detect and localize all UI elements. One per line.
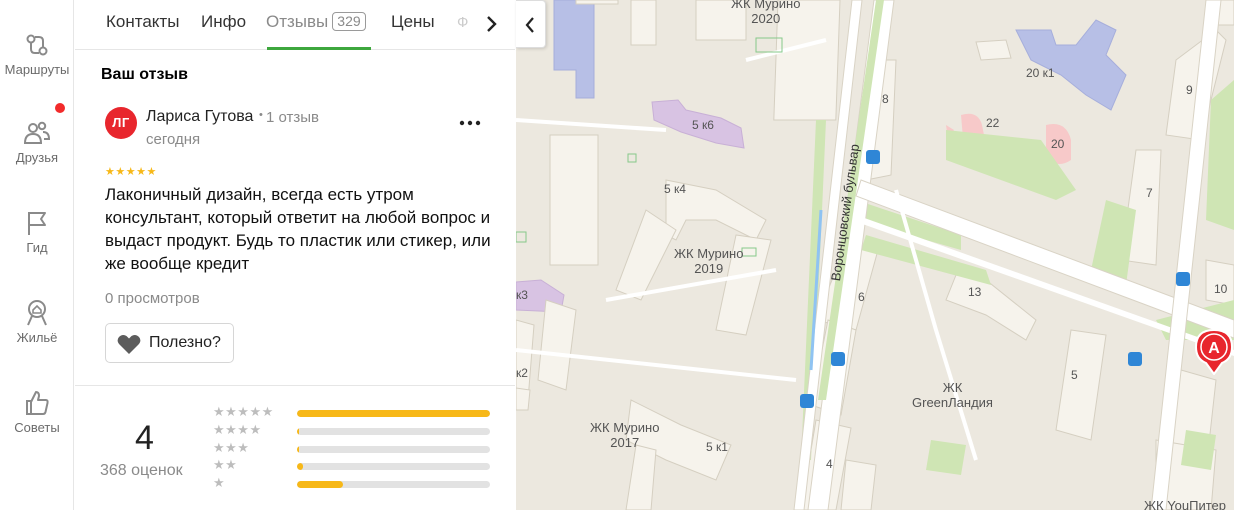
helpful-button[interactable]: Полезно? bbox=[105, 323, 234, 363]
map-view[interactable]: ЖК Мурино 2020 ЖК Мурино 2019 ЖК Мурино … bbox=[516, 0, 1234, 510]
more-options-icon[interactable] bbox=[457, 112, 483, 134]
map-label-murino2020[interactable]: ЖК Мурино 2020 bbox=[731, 0, 800, 26]
distribution-stars: ★★★★ bbox=[213, 422, 262, 437]
map-marker-a[interactable]: А bbox=[1194, 327, 1234, 375]
route-icon bbox=[26, 34, 48, 56]
your-review-heading: Ваш отзыв bbox=[101, 66, 188, 83]
distribution-bar-track bbox=[297, 428, 490, 435]
author-separator: • bbox=[259, 109, 263, 121]
house-number: 5 к4 bbox=[664, 182, 686, 196]
distribution-stars: ★★ bbox=[213, 457, 238, 472]
house-number: к2 bbox=[516, 366, 528, 380]
distribution-stars: ★★★ bbox=[213, 440, 250, 455]
house-number: 4 bbox=[826, 457, 833, 471]
house-number: 10 bbox=[1214, 282, 1228, 296]
thumbs-up-icon bbox=[26, 391, 49, 415]
friends-icon bbox=[23, 121, 51, 144]
avatar[interactable]: ЛГ bbox=[105, 107, 137, 139]
house-number: к3 bbox=[516, 288, 528, 302]
rating-count: 368 оценок bbox=[100, 462, 183, 479]
distribution-stars: ★★★★★ bbox=[213, 404, 274, 419]
tab-reviews-label: Отзывы bbox=[266, 12, 329, 31]
distribution-bar-fill bbox=[297, 481, 344, 488]
distribution-bar-fill bbox=[297, 410, 490, 417]
review-date: сегодня bbox=[146, 131, 201, 148]
house-number: 6 bbox=[858, 290, 865, 304]
distribution-bar-track bbox=[297, 446, 490, 453]
rail-item-friends[interactable]: Друзья bbox=[0, 118, 74, 165]
distribution-bar-track bbox=[297, 481, 490, 488]
helpful-button-label: Полезно? bbox=[149, 334, 221, 351]
collapse-panel-button[interactable] bbox=[516, 0, 546, 48]
house-number: 5 к6 bbox=[692, 118, 714, 132]
rating-summary: 4 368 оценок ★★★★★ ★★★★ ★★★ ★★ ★ bbox=[75, 385, 515, 510]
map-label-murino2019[interactable]: ЖК Мурино 2019 bbox=[674, 246, 743, 276]
map-label-murino2017[interactable]: ЖК Мурино 2017 bbox=[590, 420, 659, 450]
house-number: 8 bbox=[882, 92, 889, 106]
house-number: 5 к1 bbox=[706, 440, 728, 454]
marker-letter: А bbox=[1208, 340, 1220, 357]
house-number: 9 bbox=[1186, 83, 1193, 97]
average-rating-value: 4 bbox=[135, 419, 154, 457]
rail-item-routes-label: Маршруты bbox=[4, 62, 70, 77]
review-views: 0 просмотров bbox=[105, 290, 200, 307]
rail-item-tips[interactable]: Советы bbox=[0, 388, 74, 435]
tab-info[interactable]: Инфо bbox=[201, 12, 246, 32]
map-label-greenland[interactable]: ЖК GreenЛандия bbox=[912, 380, 993, 410]
house-number: 13 bbox=[968, 285, 982, 299]
distribution-bar-track bbox=[297, 463, 490, 470]
notification-dot bbox=[55, 103, 65, 113]
review-text: Лаконичный дизайн, всегда есть утром кон… bbox=[105, 185, 491, 273]
rail-item-housing-label: Жильё bbox=[16, 330, 58, 345]
house-number: 22 bbox=[986, 116, 1000, 130]
review-author-name[interactable]: Лариса Гутова bbox=[146, 108, 253, 126]
map-label-youpiter[interactable]: ЖК YouПитер bbox=[1144, 498, 1226, 510]
house-number: 20 к1 bbox=[1026, 66, 1055, 80]
house-number: 5 bbox=[1071, 368, 1078, 382]
house-number: 7 bbox=[1146, 186, 1153, 200]
rail-item-guide-label: Гид bbox=[26, 240, 48, 255]
rail-item-tips-label: Советы bbox=[14, 420, 60, 435]
tab-contacts[interactable]: Контакты bbox=[106, 12, 179, 32]
tab-bar: Контакты Инфо Отзывы 329 Цены Ф bbox=[75, 0, 515, 50]
rail-item-housing[interactable]: Жильё bbox=[0, 298, 74, 345]
tab-prices[interactable]: Цены bbox=[391, 12, 435, 32]
distribution-bar-fill bbox=[297, 463, 303, 470]
active-tab-indicator bbox=[267, 47, 371, 50]
tab-reviews-count-badge: 329 bbox=[332, 12, 366, 31]
review-star-rating: ★★★★★ bbox=[105, 166, 157, 178]
house-number: 20 bbox=[1051, 137, 1065, 151]
distribution-bar-fill bbox=[297, 428, 299, 435]
rail-item-routes[interactable]: Маршруты bbox=[0, 30, 74, 77]
chevron-left-icon bbox=[525, 17, 534, 33]
distribution-bar-track bbox=[297, 410, 490, 417]
rail-item-friends-label: Друзья bbox=[15, 150, 59, 165]
home-search-icon bbox=[27, 300, 47, 326]
chevron-right-icon[interactable] bbox=[479, 12, 503, 36]
rail-item-guide[interactable]: Гид bbox=[0, 208, 74, 255]
tab-overflow-fade: Ф bbox=[457, 14, 469, 31]
tab-reviews[interactable]: Отзывы 329 bbox=[266, 12, 366, 32]
author-review-count: 1 отзыв bbox=[266, 109, 320, 126]
distribution-bar-fill bbox=[297, 446, 299, 453]
left-rail: Маршруты Друзья Гид Жильё Советы bbox=[0, 0, 74, 510]
distribution-stars: ★ bbox=[213, 475, 226, 490]
flag-icon bbox=[28, 212, 46, 235]
heart-icon bbox=[117, 334, 141, 354]
place-card-panel: Контакты Инфо Отзывы 329 Цены Ф Ваш отзыв… bbox=[75, 0, 515, 510]
